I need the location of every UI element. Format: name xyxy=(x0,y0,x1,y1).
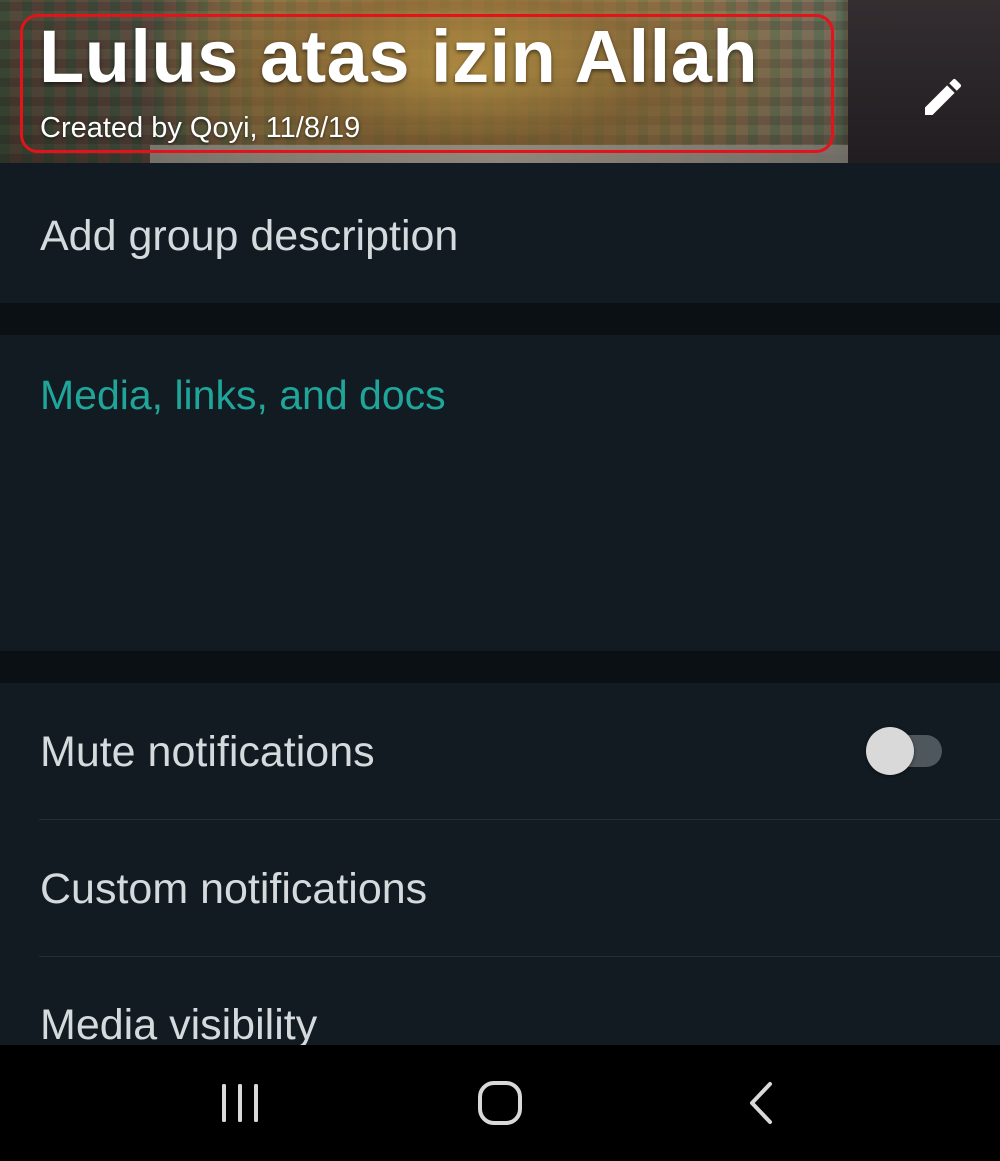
media-links-docs-header[interactable]: Media, links, and docs xyxy=(40,370,446,420)
group-header: Lulus atas izin Allah Created by Qoyi, 1… xyxy=(0,0,1000,163)
back-button[interactable] xyxy=(702,1045,822,1161)
section-separator xyxy=(0,651,1000,683)
section-separator xyxy=(0,303,1000,335)
system-navigation-bar xyxy=(0,1045,1000,1161)
custom-notifications-label: Custom notifications xyxy=(40,865,428,913)
pencil-icon xyxy=(925,78,962,115)
back-icon xyxy=(750,1082,772,1124)
custom-notifications-row[interactable]: Custom notifications xyxy=(0,820,1000,957)
media-visibility-label: Media visibility xyxy=(40,1001,318,1045)
group-created-info: Created by Qoyi, 11/8/19 xyxy=(40,112,361,144)
recents-icon xyxy=(222,1084,258,1122)
mute-notifications-label: Mute notifications xyxy=(40,728,375,776)
home-icon xyxy=(478,1081,522,1125)
group-title: Lulus atas izin Allah xyxy=(39,15,759,98)
media-visibility-row[interactable]: Media visibility xyxy=(0,957,1000,1045)
home-button[interactable] xyxy=(440,1045,560,1161)
toggle-thumb xyxy=(866,727,914,775)
mute-notifications-row[interactable]: Mute notifications xyxy=(0,683,1000,820)
mute-notifications-toggle[interactable] xyxy=(866,726,944,776)
edit-group-name-button[interactable] xyxy=(908,62,978,132)
add-group-description-link[interactable]: Add group description xyxy=(40,211,458,261)
notification-settings-section: Mute notifications Custom notifications … xyxy=(0,683,1000,1045)
recents-button[interactable] xyxy=(180,1045,300,1161)
